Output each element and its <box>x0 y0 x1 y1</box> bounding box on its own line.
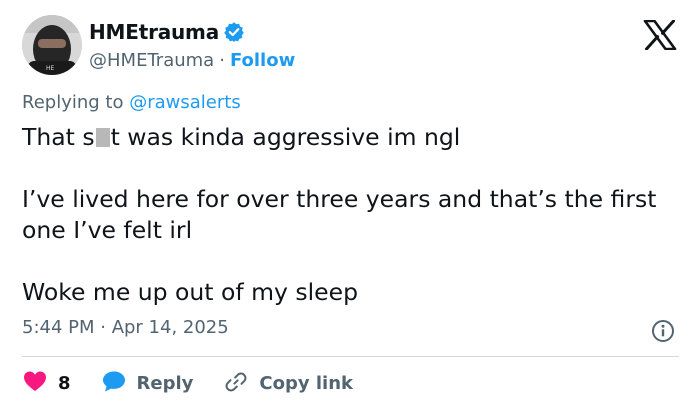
action-bar: 8 Reply Copy link <box>22 368 353 398</box>
censor-block <box>95 128 110 147</box>
tweet-line-1: That st was kinda aggressive im ngl <box>22 123 461 151</box>
svg-text:HE: HE <box>46 65 55 72</box>
x-logo-icon[interactable] <box>643 19 677 51</box>
verified-badge-icon <box>223 21 245 43</box>
heart-icon <box>22 369 48 398</box>
reply-label: Reply <box>136 372 194 394</box>
copy-link-button[interactable]: Copy link <box>223 369 353 398</box>
tweet-paragraph-2: I’ve lived here for over three years and… <box>22 185 657 244</box>
like-count: 8 <box>58 372 71 394</box>
reply-bubble-icon <box>101 369 127 398</box>
divider <box>22 356 679 357</box>
tweet-text: That st was kinda aggressive im ngl I’ve… <box>22 122 682 308</box>
avatar[interactable]: HE <box>22 15 82 75</box>
separator-dot: · <box>219 49 225 71</box>
display-name[interactable]: HMEtrauma <box>89 20 219 44</box>
handle[interactable]: @HMETrauma <box>89 50 214 71</box>
like-button[interactable]: 8 <box>22 369 71 398</box>
timestamp-link[interactable]: 5:44 PM · Apr 14, 2025 <box>22 317 229 338</box>
follow-button[interactable]: Follow <box>230 50 295 71</box>
reply-mention-link[interactable]: @rawsalerts <box>129 92 240 113</box>
replying-to: Replying to @rawsalerts <box>22 92 241 113</box>
replying-prefix: Replying to <box>22 92 124 113</box>
link-icon <box>223 369 249 398</box>
reply-button[interactable]: Reply <box>101 369 194 398</box>
tweet-card: HE HMEtrauma @HMETrauma · Follow Replyin… <box>0 0 700 410</box>
copy-link-label: Copy link <box>259 372 353 394</box>
tweet-paragraph-3: Woke me up out of my sleep <box>22 278 358 306</box>
info-icon[interactable] <box>651 319 675 343</box>
